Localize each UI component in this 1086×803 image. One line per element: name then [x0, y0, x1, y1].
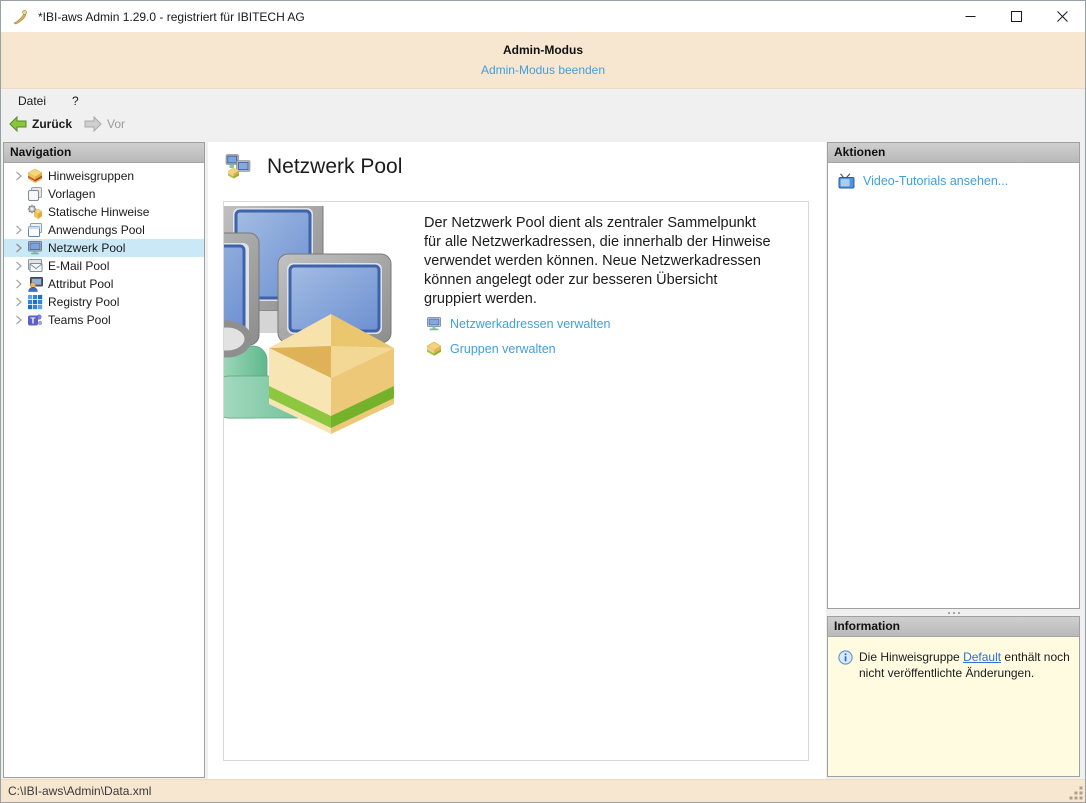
email-pool-icon: [26, 258, 44, 274]
toolbar: Zurück Vor: [1, 109, 1085, 132]
window-title: *IBI-aws Admin 1.29.0 - registriert für …: [38, 9, 305, 24]
panel-splitter[interactable]: [827, 609, 1080, 616]
information-text: Die Hinweisgruppe Default enthält noch n…: [859, 649, 1071, 681]
network-pool-icon: [26, 240, 44, 256]
menu-datei[interactable]: Datei: [15, 93, 49, 109]
chevron-right-icon[interactable]: [11, 225, 26, 235]
nav-item-label: Hinweisgruppen: [48, 169, 135, 183]
resize-grip-icon[interactable]: [1069, 786, 1083, 800]
nav-item-registry-pool[interactable]: Registry Pool: [4, 293, 204, 311]
monitor-icon: [427, 317, 441, 331]
close-icon: [1056, 11, 1068, 22]
titlebar: *IBI-aws Admin 1.29.0 - registriert für …: [1, 1, 1085, 32]
default-group-link[interactable]: Default: [963, 650, 1001, 664]
attribute-pool-icon: [26, 276, 44, 292]
network-pool-header-icon: [225, 154, 251, 179]
video-link-label: Video-Tutorials ansehen...: [863, 174, 1009, 188]
teams-pool-icon: T: [26, 312, 44, 328]
close-button[interactable]: [1039, 1, 1085, 32]
nav-item-statische-hinweise[interactable]: Statische Hinweise: [4, 203, 204, 221]
nav-item-label: Netzwerk Pool: [48, 241, 126, 255]
pool-description: Der Netzwerk Pool dient als zentraler Sa…: [424, 215, 771, 307]
chevron-right-icon[interactable]: [11, 243, 26, 253]
nav-item-teams-pool[interactable]: T Teams Pool: [4, 311, 204, 329]
exit-admin-mode-link[interactable]: Admin-Modus beenden: [481, 63, 605, 77]
maximize-icon: [1010, 11, 1022, 22]
application-pool-icon: [26, 222, 44, 238]
workspace: Navigation Hinweisgruppen Vorlagen Stati…: [1, 142, 1085, 779]
link-label: Gruppen verwalten: [450, 342, 556, 356]
menubar: Datei ?: [1, 89, 1085, 109]
nav-item-anwendungs-pool[interactable]: Anwendungs Pool: [4, 221, 204, 239]
info-icon: [838, 650, 853, 665]
registry-pool-icon: [26, 294, 44, 310]
information-panel: Information Die Hinweisgruppe Default en…: [827, 616, 1080, 777]
manage-network-addresses-link[interactable]: Netzwerkadressen verwalten: [426, 316, 611, 332]
nav-item-vorlagen[interactable]: Vorlagen: [4, 185, 204, 203]
nav-item-label: Attribut Pool: [48, 277, 114, 291]
minimize-icon: [965, 16, 975, 17]
actions-panel: Aktionen Video-Tutorials ansehen...: [827, 142, 1080, 609]
ibi-aws-app-icon: [13, 9, 27, 24]
chevron-right-icon[interactable]: [11, 315, 26, 325]
admin-mode-title: Admin-Modus: [503, 43, 583, 57]
chevron-right-icon[interactable]: [11, 261, 26, 271]
package-icon: [426, 341, 442, 356]
admin-mode-banner: Admin-Modus Admin-Modus beenden: [1, 32, 1085, 89]
navigation-header: Navigation: [4, 143, 204, 163]
back-arrow-icon: [9, 116, 27, 132]
nav-item-label: Registry Pool: [48, 295, 120, 309]
nav-item-label: E-Mail Pool: [48, 259, 110, 273]
nav-item-hinweisgruppen[interactable]: Hinweisgruppen: [4, 167, 204, 185]
information-body: Die Hinweisgruppe Default enthält noch n…: [828, 637, 1079, 681]
chevron-right-icon[interactable]: [11, 171, 26, 181]
nav-item-label: Anwendungs Pool: [48, 223, 145, 237]
static-notices-icon: [26, 204, 44, 220]
forward-label: Vor: [107, 117, 126, 131]
network-pool-illustration: [224, 206, 394, 434]
video-tutorials-link[interactable]: Video-Tutorials ansehen...: [828, 163, 1079, 189]
content-panel: Der Netzwerk Pool dient als zentraler Sa…: [223, 201, 809, 761]
actions-header: Aktionen: [828, 143, 1079, 163]
navigation-panel: Navigation Hinweisgruppen Vorlagen Stati…: [3, 142, 205, 778]
forward-button[interactable]: Vor: [84, 116, 125, 132]
back-button[interactable]: Zurück: [9, 116, 72, 132]
manage-groups-link[interactable]: Gruppen verwalten: [426, 341, 611, 357]
forward-arrow-icon: [84, 116, 102, 132]
menu-toolbar-area: Datei ? Zurück Vor: [1, 89, 1085, 142]
navigation-tree: Hinweisgruppen Vorlagen Statische Hinwei…: [4, 163, 204, 329]
content-header: Netzwerk Pool: [225, 153, 402, 180]
main-content: Netzwerk Pool Der Netzwerk Pool dient al…: [208, 142, 826, 779]
page-title: Netzwerk Pool: [267, 154, 403, 178]
nav-item-label: Statische Hinweise: [48, 205, 150, 219]
menu-help[interactable]: ?: [69, 93, 82, 109]
window-controls: [947, 1, 1085, 32]
maximize-button[interactable]: [993, 1, 1039, 32]
link-label: Netzwerkadressen verwalten: [450, 317, 611, 331]
nav-item-netzwerk-pool[interactable]: Netzwerk Pool: [4, 239, 204, 257]
app-window: *IBI-aws Admin 1.29.0 - registriert für …: [0, 0, 1086, 803]
chevron-right-icon[interactable]: [11, 297, 26, 307]
nav-item-label: Teams Pool: [48, 313, 111, 327]
nav-item-label: Vorlagen: [48, 187, 96, 201]
information-header: Information: [828, 617, 1079, 637]
svg-text:T: T: [30, 315, 36, 325]
chevron-right-icon[interactable]: [11, 279, 26, 289]
quick-links: Netzwerkadressen verwalten Gruppen verwa…: [426, 316, 611, 357]
templates-icon: [26, 186, 44, 202]
nav-item-attribut-pool[interactable]: Attribut Pool: [4, 275, 204, 293]
nav-item-email-pool[interactable]: E-Mail Pool: [4, 257, 204, 275]
tv-icon: [838, 173, 855, 189]
back-label: Zurück: [32, 117, 73, 131]
info-text-before: Die Hinweisgruppe: [859, 650, 964, 664]
data-file-path: C:\IBI-aws\Admin\Data.xml: [8, 784, 152, 798]
notice-groups-icon: [26, 168, 44, 184]
minimize-button[interactable]: [947, 1, 993, 32]
statusbar: C:\IBI-aws\Admin\Data.xml: [1, 779, 1085, 802]
